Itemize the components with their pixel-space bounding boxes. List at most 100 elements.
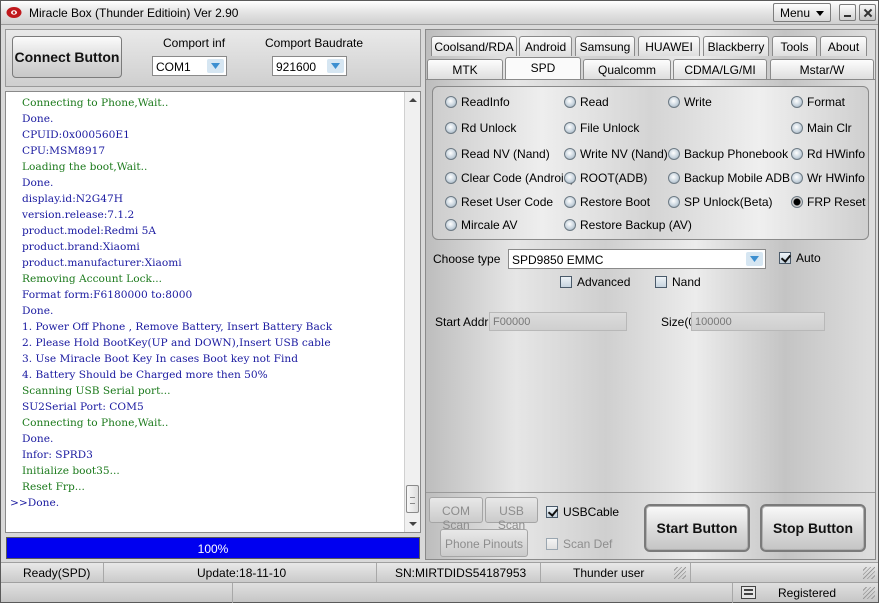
option-readinfo[interactable]: ReadInfo [445, 94, 510, 110]
radio-button-icon[interactable] [791, 122, 803, 134]
log-line: product.manufacturer:Xiaomi [22, 257, 182, 269]
radio-button-icon[interactable] [564, 148, 576, 160]
usb-cable-checkbox[interactable]: USBCable [546, 505, 619, 519]
radio-button-icon[interactable] [791, 148, 803, 160]
baudrate-select[interactable]: 921600 [272, 56, 347, 76]
stop-button[interactable]: Stop Button [760, 504, 866, 552]
close-button[interactable] [859, 4, 876, 21]
right-panel: Coolsand/RDA Android Samsung HUAWEI Blackber… [425, 29, 876, 560]
option-label: Clear Code (Android) [461, 171, 575, 185]
option-label: Reset User Code [461, 195, 554, 209]
start-addr-label: Start Addr(0 [435, 315, 490, 329]
start-addr-input[interactable]: F00000 [489, 312, 627, 331]
tab-blackberry[interactable]: Blackberry [703, 36, 769, 56]
option-read-nv-nand[interactable]: Read NV (Nand) [445, 146, 550, 162]
radio-button-icon[interactable] [791, 172, 803, 184]
radio-button-icon[interactable] [791, 96, 803, 108]
option-frp-reset[interactable]: FRP Reset [791, 194, 865, 210]
option-label: Backup Phonebook [684, 147, 789, 161]
usb-scan-button[interactable]: USB Scan [485, 497, 538, 532]
option-main-clr[interactable]: Main Clr [791, 120, 852, 136]
option-mircale-av[interactable]: Mircale AV [445, 217, 517, 233]
option-write-nv-nand[interactable]: Write NV (Nand) [564, 146, 668, 162]
option-backup-mobile-adb[interactable]: Backup Mobile ADB [668, 170, 790, 186]
advanced-checkbox-box[interactable] [560, 276, 572, 288]
option-format[interactable]: Format [791, 94, 845, 110]
log-scrollbar[interactable] [404, 92, 420, 532]
option-wr-hwinfo[interactable]: Wr HWinfo [791, 170, 865, 186]
tab-mstar-w[interactable]: Mstar/W [770, 59, 874, 79]
phone-pinouts-button[interactable]: Phone Pinouts [440, 529, 528, 557]
option-file-unlock[interactable]: File Unlock [564, 120, 639, 136]
radio-button-icon[interactable] [668, 96, 680, 108]
tab-cdma-lg-mi[interactable]: CDMA/LG/MI [673, 59, 767, 79]
radio-button-icon[interactable] [445, 219, 457, 231]
size-input[interactable]: 100000 [691, 312, 825, 331]
nand-checkbox[interactable]: Nand [655, 275, 701, 289]
option-clear-code-android[interactable]: Clear Code (Android) [445, 170, 574, 186]
title-bar[interactable]: Miracle Box (Thunder Editioin) Ver 2.90 … [1, 1, 878, 25]
tab-about[interactable]: About [820, 36, 867, 56]
auto-checkbox-box[interactable] [779, 252, 791, 264]
comport-select[interactable]: COM1 [152, 56, 227, 76]
option-write[interactable]: Write [668, 94, 712, 110]
tab-huawei[interactable]: HUAWEI [638, 36, 700, 56]
radio-button-icon[interactable] [668, 196, 680, 208]
option-label: SP Unlock(Beta) [684, 195, 773, 209]
radio-button-icon[interactable] [445, 96, 457, 108]
scroll-down-icon[interactable] [409, 522, 417, 526]
dropdown-arrow-icon [746, 252, 763, 266]
radio-button-icon[interactable] [445, 148, 457, 160]
usb-cable-checkbox-box[interactable] [546, 506, 558, 518]
nand-checkbox-box[interactable] [655, 276, 667, 288]
option-label: Restore Backup (AV) [580, 218, 692, 232]
scan-def-checkbox[interactable]: Scan Def [546, 537, 612, 551]
scroll-thumb[interactable] [406, 485, 419, 513]
option-label: FRP Reset [807, 195, 866, 209]
com-scan-button[interactable]: COM Scan [429, 497, 483, 532]
log-line: Done. [22, 177, 54, 189]
option-reset-user-code[interactable]: Reset User Code [445, 194, 553, 210]
option-rd-unlock[interactable]: Rd Unlock [445, 120, 516, 136]
option-root-adb[interactable]: ROOT(ADB) [564, 170, 647, 186]
tab-samsung[interactable]: Samsung [575, 36, 635, 56]
minimize-button[interactable] [839, 4, 856, 21]
choose-type-label: Choose type [433, 252, 501, 266]
baudrate-value: 921600 [276, 60, 317, 74]
radio-button-icon[interactable] [564, 172, 576, 184]
advanced-checkbox[interactable]: Advanced [560, 275, 630, 289]
menu-button[interactable]: Menu [773, 3, 831, 22]
option-rd-hwinfo[interactable]: Rd HWinfo [791, 146, 865, 162]
option-sp-unlock-beta[interactable]: SP Unlock(Beta) [668, 194, 772, 210]
tab-tools[interactable]: Tools [772, 36, 817, 56]
connect-button[interactable]: Connect Button [12, 36, 122, 78]
log-line: >>Done. [10, 497, 60, 509]
tab-mtk[interactable]: MTK [427, 59, 503, 79]
radio-button-icon[interactable] [445, 122, 457, 134]
comport-label: Comport inf [163, 36, 226, 50]
start-button[interactable]: Start Button [644, 504, 750, 552]
radio-button-icon[interactable] [791, 196, 803, 208]
tab-qualcomm[interactable]: Qualcomm [583, 59, 671, 79]
auto-checkbox[interactable]: Auto [779, 251, 821, 265]
log-line: CPU:MSM8917 [22, 145, 106, 157]
option-restore-backup-av[interactable]: Restore Backup (AV) [564, 217, 692, 233]
radio-button-icon[interactable] [564, 219, 576, 231]
option-backup-phonebook[interactable]: Backup Phonebook [668, 146, 788, 162]
tab-spd[interactable]: SPD [505, 57, 581, 79]
radio-button-icon[interactable] [564, 122, 576, 134]
option-read[interactable]: Read [564, 94, 609, 110]
scroll-up-icon[interactable] [409, 98, 417, 102]
choose-type-select[interactable]: SPD9850 EMMC [508, 249, 766, 269]
radio-button-icon[interactable] [445, 172, 457, 184]
scan-def-checkbox-box[interactable] [546, 538, 558, 550]
radio-button-icon[interactable] [668, 172, 680, 184]
radio-button-icon[interactable] [564, 96, 576, 108]
tab-android[interactable]: Android [519, 36, 572, 56]
radio-button-icon[interactable] [445, 196, 457, 208]
tab-coolsand-rda[interactable]: Coolsand/RDA [431, 36, 517, 56]
radio-button-icon[interactable] [564, 196, 576, 208]
option-restore-boot[interactable]: Restore Boot [564, 194, 650, 210]
log-output[interactable]: Connecting to Phone,Wait.. Done. CPUID:0x0… [5, 91, 421, 533]
radio-button-icon[interactable] [668, 148, 680, 160]
